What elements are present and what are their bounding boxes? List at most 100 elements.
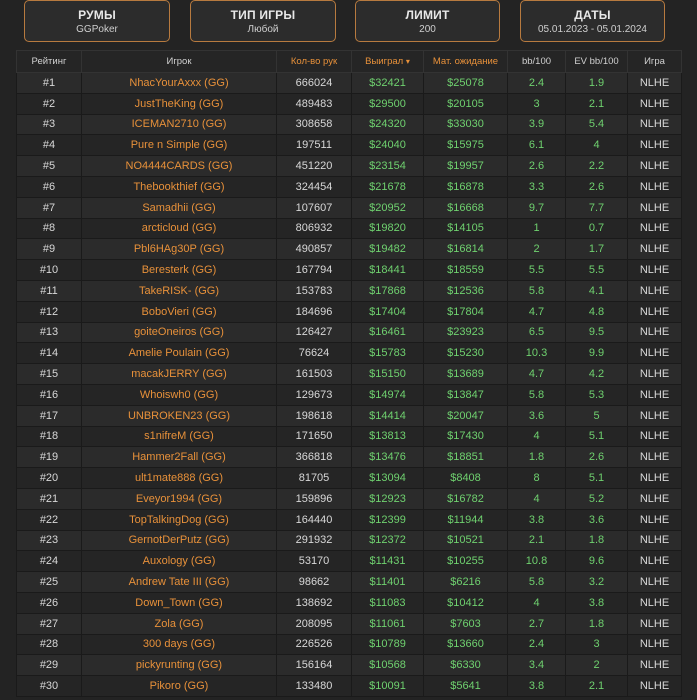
row-ev: $14105	[423, 217, 508, 240]
header-bb100[interactable]: bb/100	[507, 50, 566, 73]
row-player-link[interactable]: Pikoro (GG)	[81, 675, 277, 697]
row-player-link[interactable]: Whoiswh0 (GG)	[81, 383, 277, 406]
table-row[interactable]: #2 JustTheKing (GG) 489483 $29500 $20105 3 2.1…	[16, 92, 682, 115]
header-evbb100[interactable]: EV bb/100	[565, 50, 628, 73]
filter-game-type-button[interactable]: ТИП ИГРЫ Любой	[190, 0, 336, 42]
row-won: $12923	[351, 487, 424, 510]
row-evbb100: 5.2	[565, 487, 628, 510]
row-player-link[interactable]: TakeRISK- (GG)	[81, 279, 277, 302]
row-bb100: 1.8	[507, 446, 566, 469]
row-player-link[interactable]: Zola (GG)	[81, 612, 277, 635]
row-player-link[interactable]: arcticloud (GG)	[81, 217, 277, 240]
table-row[interactable]: #12 BoboVieri (GG) 184696 $17404 $17804 4.7 4.…	[16, 300, 682, 323]
row-player-link[interactable]: BoboVieri (GG)	[81, 300, 277, 323]
table-row[interactable]: #21 Eveyor1994 (GG) 159896 $12923 $16782 4 5.2…	[16, 487, 682, 510]
table-row[interactable]: #22 TopTalkingDog (GG) 164440 $12399 $11944 3…	[16, 508, 682, 531]
row-player-link[interactable]: pickyrunting (GG)	[81, 654, 277, 677]
table-row[interactable]: #16 Whoiswh0 (GG) 129673 $14974 $13847 5.8 5.3…	[16, 383, 682, 406]
row-player-link[interactable]: Eveyor1994 (GG)	[81, 487, 277, 510]
row-player-link[interactable]: ICEMAN2710 (GG)	[81, 113, 277, 136]
table-row[interactable]: #4 Pure n Simple (GG) 197511 $24040 $15975 6.…	[16, 134, 682, 157]
row-rank: #25	[16, 571, 82, 593]
row-game: NLHE	[627, 155, 682, 177]
row-rank: #6	[16, 175, 82, 198]
row-player-link[interactable]: 300 days (GG)	[81, 633, 277, 656]
table-row[interactable]: #13 goiteOneiros (GG) 126427 $16461 $23923 6.…	[16, 321, 682, 344]
header-won-label: Выиграл	[365, 56, 404, 67]
table-row[interactable]: #7 Samadhii (GG) 107607 $20952 $16668 9.7 7.7 N…	[16, 196, 682, 219]
filter-rooms-button[interactable]: РУМЫ GGPoker	[24, 0, 170, 42]
row-bb100: 9.7	[507, 196, 566, 219]
row-player-link[interactable]: Amelie Poulain (GG)	[81, 342, 277, 365]
row-player-link[interactable]: Pure n Simple (GG)	[81, 134, 277, 157]
table-row[interactable]: #29 pickyrunting (GG) 156164 $10568 $6330 3.4…	[16, 654, 682, 677]
row-player-link[interactable]: Beresterk (GG)	[81, 259, 277, 281]
table-row[interactable]: #6 Thebookthief (GG) 324454 $21678 $16878 3.3…	[16, 175, 682, 198]
table-row[interactable]: #28 300 days (GG) 226526 $10789 $13660 2.4 3 NL…	[16, 633, 682, 656]
filter-rooms-value: GGPoker	[76, 23, 118, 35]
table-row[interactable]: #19 Hammer2Fall (GG) 366818 $13476 $18851 1.8…	[16, 446, 682, 469]
header-ev[interactable]: Мат. ожидание	[423, 50, 508, 73]
row-bb100: 6.1	[507, 134, 566, 157]
row-player-link[interactable]: JustTheKing (GG)	[81, 92, 277, 115]
row-evbb100: 2.6	[565, 446, 628, 469]
row-hands: 161503	[276, 363, 352, 385]
row-player-link[interactable]: Samadhii (GG)	[81, 196, 277, 219]
row-player-link[interactable]: Andrew Tate III (GG)	[81, 571, 277, 593]
table-row[interactable]: #10 Beresterk (GG) 167794 $18441 $18559 5.5 5.…	[16, 259, 682, 281]
row-won: $17404	[351, 300, 424, 323]
row-hands: 184696	[276, 300, 352, 323]
row-player-link[interactable]: TopTalkingDog (GG)	[81, 508, 277, 531]
row-evbb100: 3.6	[565, 508, 628, 531]
table-row[interactable]: #5 NO4444CARDS (GG) 451220 $23154 $19957 2.6 2…	[16, 155, 682, 177]
row-evbb100: 7.7	[565, 196, 628, 219]
row-ev: $16782	[423, 487, 508, 510]
table-row[interactable]: #11 TakeRISK- (GG) 153783 $17868 $12536 5.8 4.…	[16, 279, 682, 302]
row-player-link[interactable]: Down_Town (GG)	[81, 591, 277, 614]
table-row[interactable]: #8 arcticloud (GG) 806932 $19820 $14105 1 0.7 N…	[16, 217, 682, 240]
table-row[interactable]: #25 Andrew Tate III (GG) 98662 $11401 $6216 5…	[16, 571, 682, 593]
row-player-link[interactable]: GernotDerPutz (GG)	[81, 529, 277, 552]
row-bb100: 2.1	[507, 529, 566, 552]
table-row[interactable]: #24 Auxology (GG) 53170 $11431 $10255 10.8 9.6…	[16, 550, 682, 573]
row-bb100: 4	[507, 487, 566, 510]
table-row[interactable]: #15 macakJERRY (GG) 161503 $15150 $13689 4.7 4…	[16, 363, 682, 385]
header-game[interactable]: Игра	[627, 50, 682, 73]
row-player-link[interactable]: UNBROKEN23 (GG)	[81, 404, 277, 427]
table-row[interactable]: #9 Pbl6HAg30P (GG) 490857 $19482 $16814 2 1.7 N…	[16, 238, 682, 261]
table-row[interactable]: #17 UNBROKEN23 (GG) 198618 $14414 $20047 3.6 5…	[16, 404, 682, 427]
row-won: $13813	[351, 425, 424, 448]
row-player-link[interactable]: Pbl6HAg30P (GG)	[81, 238, 277, 261]
row-hands: 208095	[276, 612, 352, 635]
header-won[interactable]: Выиграл ▾	[351, 50, 424, 73]
header-rank[interactable]: Рейтинг	[16, 50, 82, 73]
table-row[interactable]: #18 s1nifreM (GG) 171650 $13813 $17430 4 5.1 NL…	[16, 425, 682, 448]
row-player-link[interactable]: Auxology (GG)	[81, 550, 277, 573]
table-body: #1 NhacYourAxxx (GG) 666024 $32421 $25078 2.4…	[16, 72, 682, 697]
table-row[interactable]: #14 Amelie Poulain (GG) 76624 $15783 $15230 1…	[16, 342, 682, 365]
filter-limit-button[interactable]: ЛИМИТ 200	[355, 0, 500, 42]
table-row[interactable]: #30 Pikoro (GG) 133480 $10091 $5641 3.8 2.1 NLH…	[16, 675, 682, 697]
header-hands[interactable]: Кол-во рук	[276, 50, 352, 73]
row-player-link[interactable]: ult1mate888 (GG)	[81, 467, 277, 489]
filter-dates-button[interactable]: ДАТЫ 05.01.2023 - 05.01.2024	[520, 0, 665, 42]
row-player-link[interactable]: NO4444CARDS (GG)	[81, 155, 277, 177]
table-row[interactable]: #27 Zola (GG) 208095 $11061 $7603 2.7 1.8 NLHE	[16, 612, 682, 635]
row-player-link[interactable]: NhacYourAxxx (GG)	[81, 72, 277, 94]
row-ev: $8408	[423, 467, 508, 489]
table-row[interactable]: #26 Down_Town (GG) 138692 $11083 $10412 4 3.8 N…	[16, 591, 682, 614]
row-game: NLHE	[627, 196, 682, 219]
table-row[interactable]: #3 ICEMAN2710 (GG) 308658 $24320 $33030 3.9 5.…	[16, 113, 682, 136]
row-bb100: 2.7	[507, 612, 566, 635]
row-game: NLHE	[627, 238, 682, 261]
row-player-link[interactable]: macakJERRY (GG)	[81, 363, 277, 385]
row-rank: #3	[16, 113, 82, 136]
row-player-link[interactable]: Thebookthief (GG)	[81, 175, 277, 198]
row-player-link[interactable]: s1nifreM (GG)	[81, 425, 277, 448]
table-row[interactable]: #23 GernotDerPutz (GG) 291932 $12372 $10521 2…	[16, 529, 682, 552]
table-row[interactable]: #1 NhacYourAxxx (GG) 666024 $32421 $25078 2.4…	[16, 72, 682, 94]
header-player[interactable]: Игрок	[81, 50, 277, 73]
row-player-link[interactable]: Hammer2Fall (GG)	[81, 446, 277, 469]
table-row[interactable]: #20 ult1mate888 (GG) 81705 $13094 $8408 8 5.1 N…	[16, 467, 682, 489]
row-player-link[interactable]: goiteOneiros (GG)	[81, 321, 277, 344]
